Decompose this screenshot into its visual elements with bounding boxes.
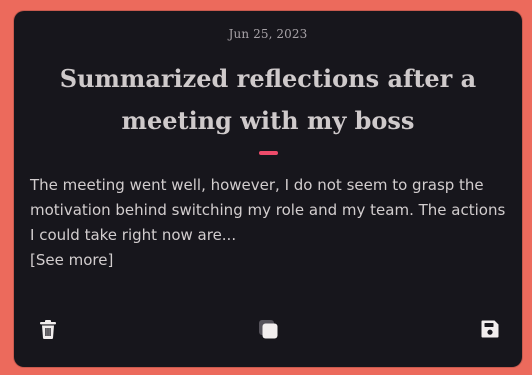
entry-title: Summarized reflections after a meeting w… bbox=[59, 64, 477, 135]
trash-icon bbox=[40, 319, 56, 339]
see-more-link[interactable]: [See more] bbox=[30, 248, 510, 273]
card-actions bbox=[14, 317, 522, 341]
entry-date: Jun 25, 2023 bbox=[228, 27, 308, 41]
entry-excerpt-text: The meeting went well, however, I do not… bbox=[30, 176, 506, 244]
copy-button[interactable] bbox=[256, 317, 280, 341]
entry-excerpt: The meeting went well, however, I do not… bbox=[30, 173, 510, 273]
journal-entry-card: Jun 25, 2023 Summarized reflections afte… bbox=[14, 11, 522, 367]
copy-icon bbox=[259, 320, 278, 339]
delete-button[interactable] bbox=[36, 317, 60, 341]
title-divider bbox=[259, 151, 278, 155]
floppy-disk-icon bbox=[481, 320, 499, 338]
save-button[interactable] bbox=[478, 317, 502, 341]
